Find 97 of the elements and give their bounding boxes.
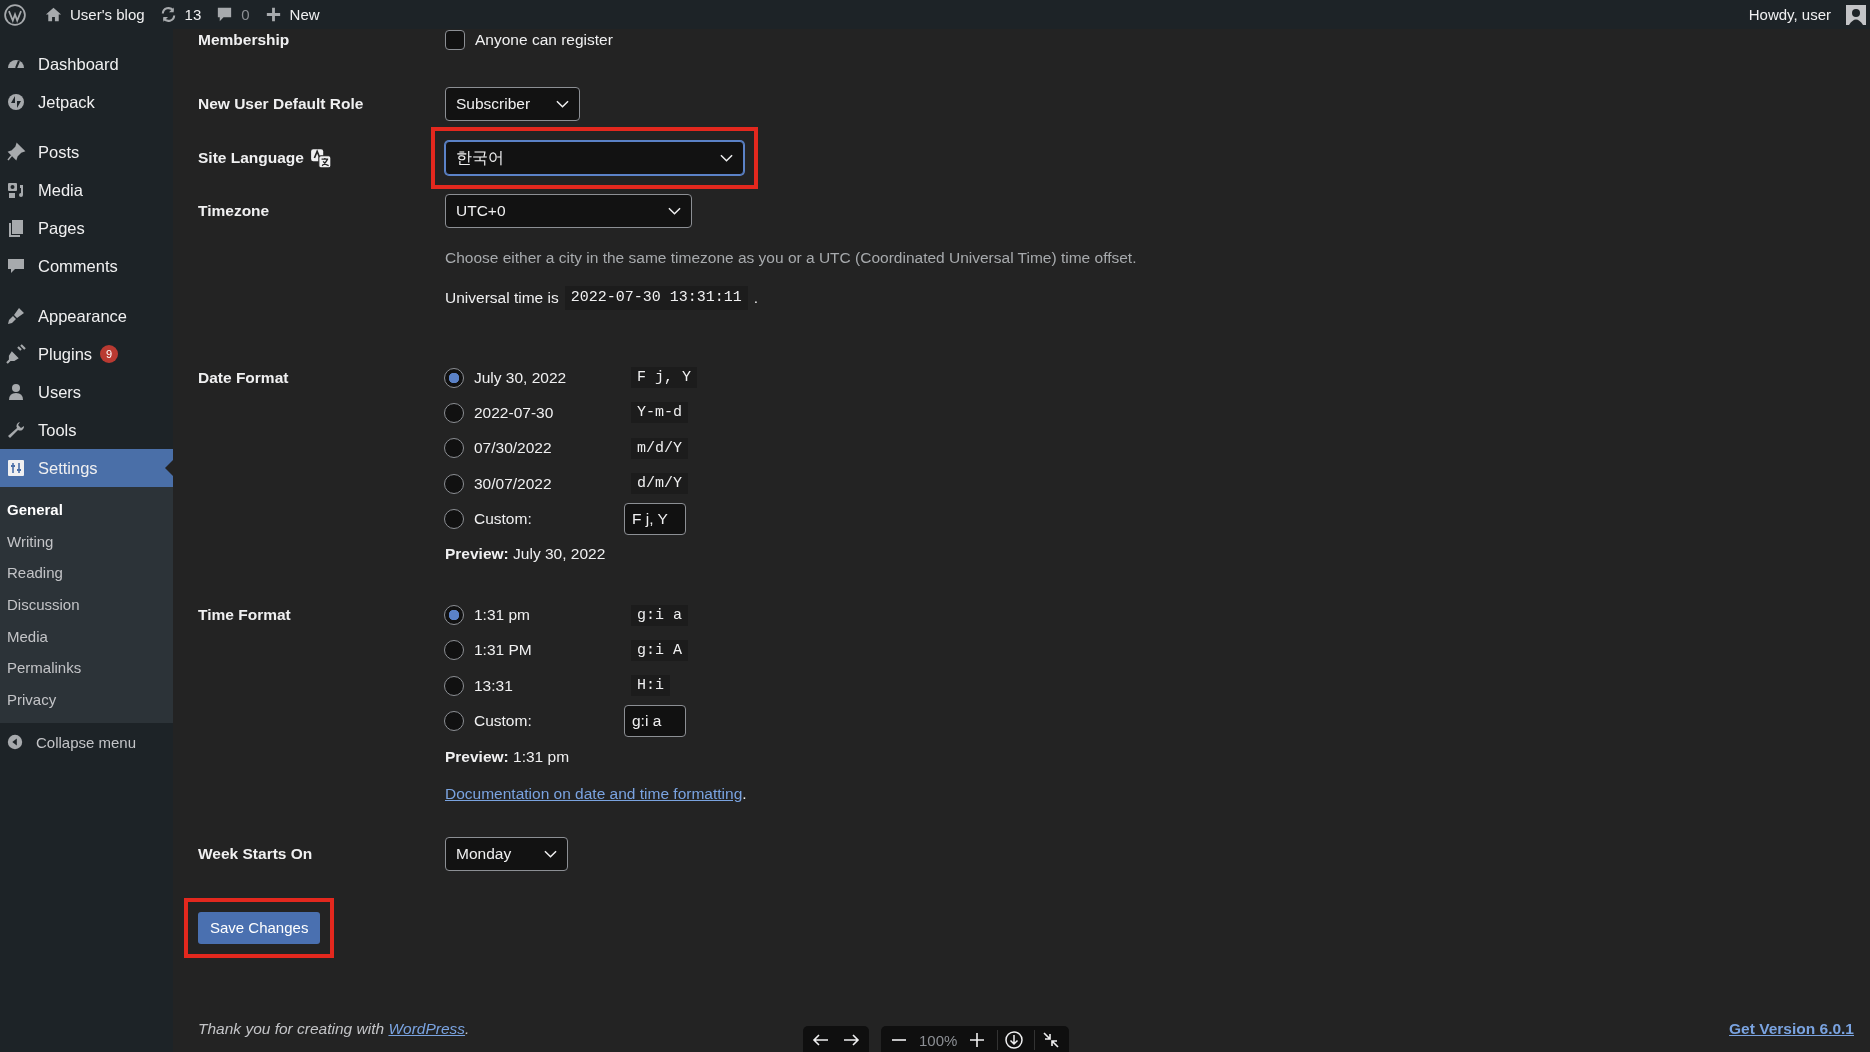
format-code: Y-m-d [631,402,688,424]
option-label: Custom: [474,509,532,528]
plugins-icon [6,344,26,364]
menu-item[interactable]: Dashboard [0,45,173,83]
submenu-item[interactable]: Privacy [0,683,173,716]
new-link[interactable]: New [263,5,320,24]
format-code: H:i [631,675,670,697]
option-label: July 30, 2022 [474,368,567,387]
field-label: Membership [198,31,291,49]
site-link[interactable]: User's blog [44,5,145,24]
posts-icon [6,142,26,162]
radio-button[interactable] [444,711,464,731]
chevron-down-icon [556,100,569,108]
preview-text: Preview: 1:31 pm [445,746,570,767]
radio-button[interactable] [444,367,464,388]
period: . [742,784,747,803]
download-icon[interactable] [997,1030,1025,1050]
option-label: 30/07/2022 [474,474,552,493]
radio-button[interactable] [444,473,464,494]
field-label: Week Starts On [198,844,314,863]
field-label: New User Default Role [198,95,364,113]
radio-button[interactable] [444,640,464,661]
radio-button[interactable] [444,402,464,423]
option-label: 13:31 [474,676,513,695]
universal-time: 2022-07-30 13:31:11 [564,286,748,310]
media-icon [6,180,26,200]
menu-item[interactable]: Users [0,373,173,411]
menu-item[interactable]: Settings [0,449,173,487]
avatar-icon [1846,4,1866,25]
option-label: 1:31 pm [474,606,530,625]
radio-button[interactable] [444,605,464,626]
home-icon [44,5,63,24]
chevron-down-icon [668,207,681,215]
pages-icon [6,218,26,238]
field-label: Date Format [198,367,290,388]
version-link[interactable]: Get Version 6.0.1 [1729,1020,1854,1038]
menu-item[interactable]: Tools [0,411,173,449]
option-label: 2022-07-30 [474,403,554,422]
help-text: Choose either a city in the same timezone as you or a UTC (Coordinated Universal Time) time offset. [445,248,1137,268]
zoom-level: 100% [919,1031,958,1049]
menu-item[interactable]: Pages [0,209,173,247]
radio-button[interactable] [444,438,464,459]
radio-button[interactable] [444,675,464,696]
submenu-item[interactable]: Media [0,620,173,652]
submenu-item[interactable]: Discussion [0,588,173,621]
format-code: g:i A [631,639,688,661]
option-label: 1:31 PM [474,641,532,660]
field-label: Site Language [198,149,304,167]
footer-text: Thank you for creating with [198,1020,385,1038]
account-link[interactable]: Howdy, user [1748,4,1866,25]
format-code: g:i a [631,604,688,626]
chevron-down-icon [720,154,733,162]
universal-time-label: Universal time is [445,288,559,308]
field-label: Timezone [198,201,271,221]
checkbox[interactable] [445,30,465,50]
translation-icon [309,147,332,169]
comments-icon [6,256,26,276]
comments-link[interactable]: 0 [215,5,250,24]
collapse-menu-button[interactable]: Collapse menu [0,723,173,762]
wordpress-link[interactable]: WordPress [388,1020,466,1038]
wordpress-logo-icon[interactable] [4,3,26,26]
dropdown[interactable]: UTC+0 [445,194,692,228]
settings-icon [6,458,26,478]
option-label: 07/30/2022 [474,439,552,458]
jetpack-icon [6,92,26,112]
format-code: d/m/Y [631,473,688,495]
save-button[interactable]: Save Changes [198,911,321,944]
field-label: Time Format [198,605,292,625]
chevron-down-icon [544,849,557,858]
dropdown[interactable]: 한국어 [445,141,744,175]
submenu-item[interactable]: Permalinks [0,651,173,684]
format-code: m/d/Y [631,437,688,459]
preview-text: Preview: July 30, 2022 [445,544,606,565]
menu-item[interactable]: Posts [0,133,173,171]
update-count-badge: 9 [100,345,119,363]
tools-icon [6,420,26,440]
menu-item[interactable]: Media [0,171,173,209]
menu-item[interactable]: Plugins 9 [0,335,173,373]
menu-item[interactable]: Appearance [0,297,173,335]
period: . [753,288,759,308]
option-label: Custom: [474,712,532,730]
menu-item[interactable]: Jetpack [0,83,173,121]
submenu-item[interactable]: Reading [0,557,173,589]
users-icon [6,382,26,402]
submenu-item[interactable]: Writing [0,525,173,558]
radio-button[interactable] [444,508,464,529]
menu-item[interactable]: Comments [0,247,173,285]
period: . [465,1020,470,1038]
submenu-item[interactable]: General [0,494,173,526]
input-field[interactable]: g:i a [624,705,686,737]
format-code: F j, Y [631,367,697,389]
checkbox-label: Anyone can register [475,31,613,49]
updates-link[interactable]: 13 [158,5,202,24]
dropdown[interactable]: Monday [445,836,568,871]
dropdown[interactable]: Subscriber [445,87,580,121]
input-field[interactable]: F j, Y [624,502,686,535]
appearance-icon [6,306,26,326]
